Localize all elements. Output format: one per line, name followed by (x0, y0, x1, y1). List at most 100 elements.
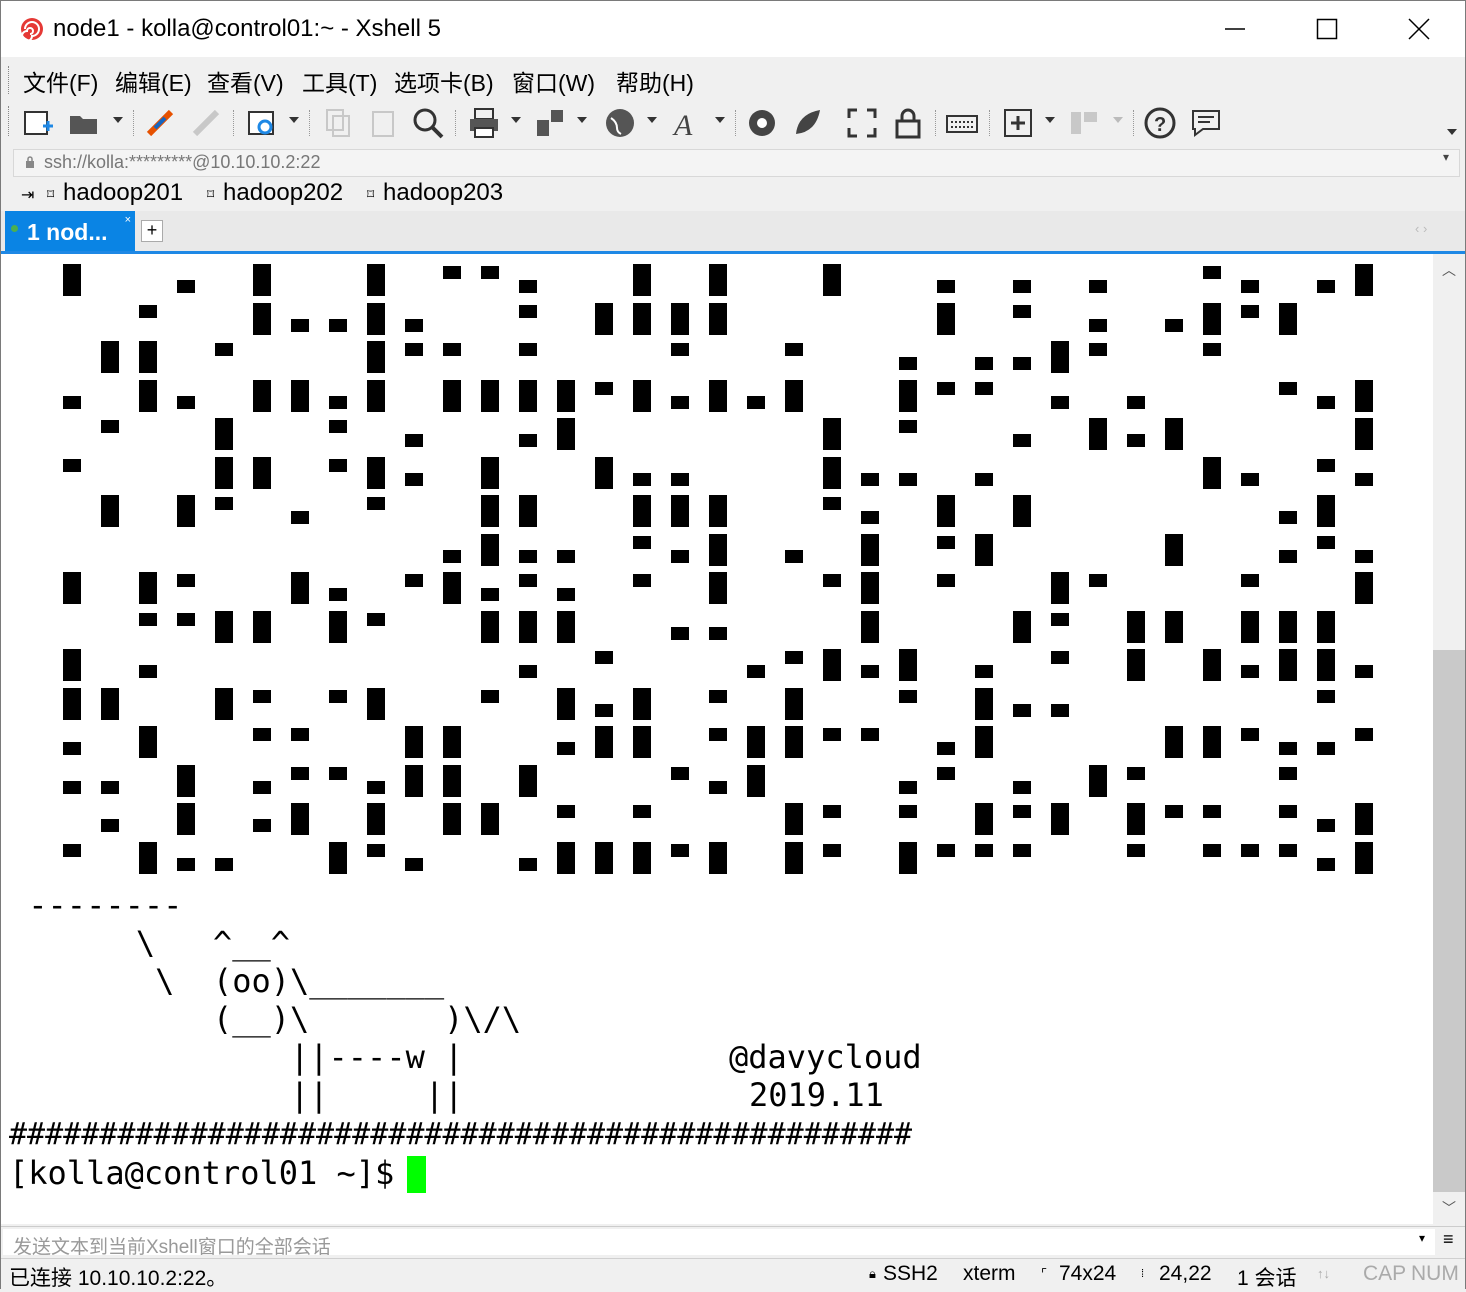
link-hadoop202[interactable]: hadoop202 (223, 179, 343, 207)
add-tab-button[interactable]: + (141, 220, 163, 242)
vertical-scrollbar[interactable]: ︿ ﹀ (1433, 254, 1465, 1224)
cow-line: \ ^__^ (1, 924, 290, 962)
lock-small-icon (26, 156, 34, 168)
ascii-block (1165, 610, 1183, 643)
address-bar[interactable]: ssh://kolla:*********@10.10.10.2:22 ▾ (13, 149, 1460, 177)
links-arrow-icon[interactable]: ⇥ (21, 185, 34, 205)
compose-dropdown-icon[interactable]: ▾ (1419, 1231, 1425, 1245)
print-icon[interactable] (467, 106, 501, 140)
xftp-icon[interactable] (745, 106, 779, 140)
maximize-button[interactable] (1281, 1, 1373, 57)
layout-icon[interactable] (1067, 106, 1101, 140)
ascii-block (1051, 341, 1069, 373)
menu-edit[interactable]: 编辑(E) (115, 64, 192, 98)
ascii-block (595, 381, 613, 395)
ascii-block (367, 456, 385, 489)
caps-status: CAP (1363, 1262, 1407, 1285)
keyboard-icon[interactable] (945, 106, 979, 140)
properties-icon[interactable] (245, 106, 279, 140)
xmanager-icon[interactable] (791, 106, 825, 140)
scroll-down-icon[interactable]: ﹀ (1442, 1198, 1456, 1218)
tab-node1[interactable]: 1 nod... × (5, 211, 135, 251)
globe-icon[interactable] (603, 106, 637, 140)
connect-icon[interactable] (143, 106, 177, 140)
link-hadoop201[interactable]: hadoop201 (63, 179, 183, 207)
menu-tools[interactable]: 工具(T) (302, 64, 377, 98)
link-hadoop203[interactable]: hadoop203 (383, 179, 503, 207)
ascii-block (291, 803, 309, 835)
menu-tabs[interactable]: 选项卡(B) (394, 64, 494, 98)
scroll-up-icon[interactable]: ︿ (1442, 260, 1456, 280)
menu-window[interactable]: 窗口(W) (512, 64, 595, 98)
ascii-block (633, 302, 651, 335)
ascii-block (367, 302, 385, 335)
ascii-block (975, 472, 993, 486)
lock-icon[interactable] (891, 106, 925, 140)
ascii-block (519, 574, 537, 587)
ascii-block (367, 497, 385, 510)
find-icon[interactable] (411, 106, 445, 140)
menu-view[interactable]: 查看(V) (207, 64, 284, 98)
font-icon[interactable]: A (671, 106, 705, 142)
open-folder-icon[interactable] (67, 106, 101, 140)
copy-icon[interactable] (321, 106, 355, 140)
date-text: 2019.11 (749, 1076, 884, 1114)
close-button[interactable] (1373, 1, 1465, 57)
menu-help[interactable]: 帮助(H) (616, 64, 694, 98)
fullscreen-icon[interactable] (845, 106, 879, 140)
ascii-block (823, 843, 841, 857)
ascii-block (177, 612, 195, 626)
ascii-block (519, 379, 537, 412)
ascii-block (519, 764, 537, 797)
terminal-area[interactable]: -------- \ ^__^ \ (oo)\_______ (__)\ )\/… (1, 254, 1433, 1224)
ascii-block (785, 687, 803, 720)
lock-status-icon: 🔒︎ (869, 1266, 876, 1281)
help-icon[interactable]: ? (1143, 106, 1177, 140)
ascii-block (595, 726, 613, 758)
ascii-block (1317, 610, 1335, 643)
ascii-block (1051, 395, 1069, 409)
add-tab-icon[interactable] (1001, 106, 1035, 140)
ascii-block (1279, 649, 1297, 681)
ascii-block (975, 381, 993, 395)
ascii-block (405, 434, 423, 447)
menu-file[interactable]: 文件(F) (23, 64, 98, 98)
ascii-block (405, 726, 423, 758)
ascii-block (1355, 841, 1373, 874)
tab-scroll-icon[interactable]: ‹ › (1415, 221, 1427, 236)
ascii-block (443, 343, 461, 356)
ascii-block (747, 665, 765, 678)
ascii-block (937, 495, 955, 527)
disconnect-icon[interactable] (189, 106, 223, 140)
ascii-block (101, 495, 119, 527)
title-bar[interactable]: node1 - kolla@control01:~ - Xshell 5 (1, 1, 1465, 57)
ascii-block (1355, 379, 1373, 412)
new-session-icon[interactable] (21, 106, 55, 140)
tab-bar: 1 nod... × + ‹ › (1, 211, 1465, 254)
minimize-button[interactable] (1189, 1, 1281, 57)
ascii-block (557, 549, 575, 563)
ascii-block (633, 379, 651, 412)
transfer-icon[interactable] (533, 106, 567, 140)
toolbar-overflow-icon[interactable] (1447, 129, 1457, 135)
ascii-block (1089, 574, 1107, 587)
ascii-block (633, 805, 651, 818)
compose-menu-icon[interactable]: ≡ (1443, 1229, 1454, 1250)
ascii-block (1241, 728, 1259, 741)
paste-icon[interactable] (367, 106, 401, 140)
ascii-block (405, 343, 423, 356)
scroll-thumb[interactable] (1433, 650, 1465, 1192)
address-dropdown-icon[interactable]: ▾ (1443, 150, 1449, 164)
cow-line: \ (oo)\_______ (1, 962, 445, 1000)
ascii-block (709, 302, 727, 335)
compose-input[interactable]: 发送文本到当前Xshell窗口的全部会话 ▾ (3, 1229, 1435, 1258)
ascii-block (139, 572, 157, 604)
tab-close-icon[interactable]: × (125, 214, 131, 226)
chat-icon[interactable] (1189, 106, 1223, 140)
ascii-block (671, 343, 689, 356)
ascii-block (1203, 343, 1221, 356)
protocol-status: SSH2 (883, 1262, 938, 1285)
ascii-block (1013, 843, 1031, 857)
ascii-block (747, 726, 765, 758)
cow-line: || || (1, 1076, 464, 1114)
